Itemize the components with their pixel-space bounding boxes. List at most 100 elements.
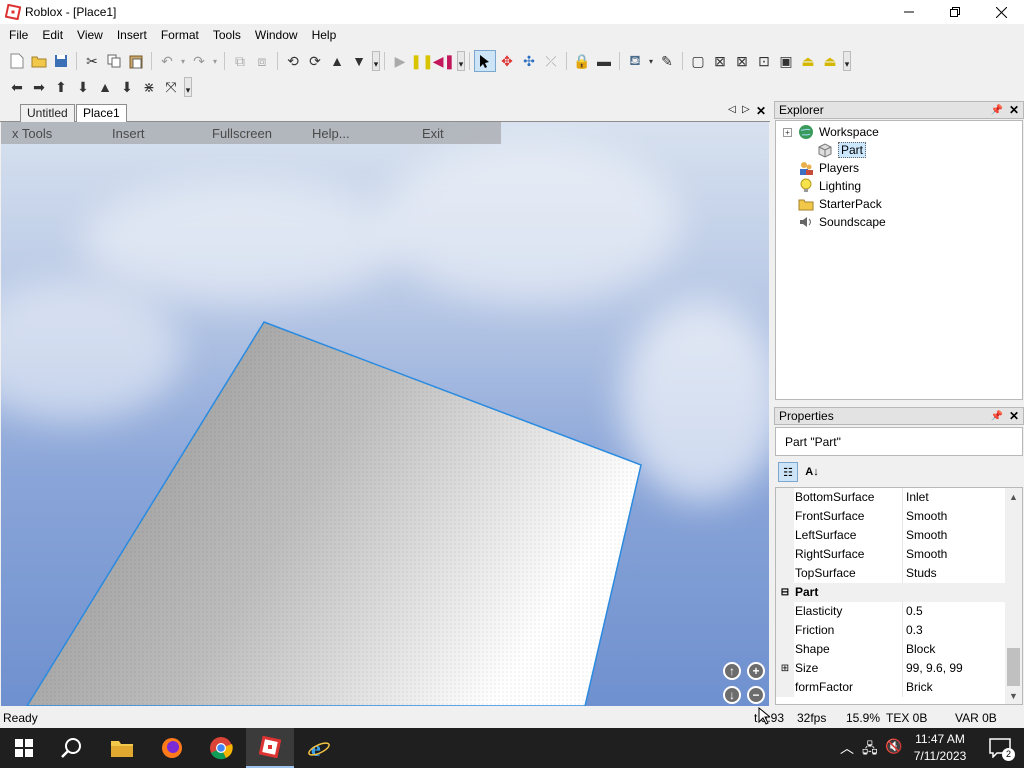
save-icon[interactable]	[50, 50, 72, 72]
rotate-left-icon[interactable]: ⟲	[282, 50, 304, 72]
camera-tilt-up-icon[interactable]: ⬆	[50, 76, 72, 98]
tree-item-soundscape[interactable]: Soundscape	[798, 213, 886, 231]
cut-icon[interactable]: ✂	[81, 50, 103, 72]
menu-window[interactable]: Window	[248, 25, 305, 45]
select-arrow-icon[interactable]	[474, 50, 496, 72]
tab-scroll-right-icon[interactable]: ▷	[742, 104, 750, 115]
menu-tools[interactable]: Tools	[206, 25, 248, 45]
zoom-in-icon[interactable]: ⋇	[138, 76, 160, 98]
surface-smooth-icon[interactable]: ▢	[687, 50, 709, 72]
tree-item-part[interactable]: Part	[817, 141, 867, 159]
property-row[interactable]: RightSurface Smooth	[776, 545, 1006, 564]
move-down-icon[interactable]: ▼	[348, 50, 370, 72]
surface-hinge-icon[interactable]: ⏏	[797, 50, 819, 72]
camera-tilt-up-icon[interactable]: ↑	[723, 662, 741, 680]
search-button[interactable]	[48, 728, 96, 768]
surface-studs-icon[interactable]: ⊡	[753, 50, 775, 72]
camera-down-icon[interactable]: ⬇	[116, 76, 138, 98]
property-row[interactable]: TopSurface Studs	[776, 564, 1006, 583]
tree-item-starterpack[interactable]: StarterPack	[798, 195, 882, 213]
toolbar-overflow-icon[interactable]: ▾	[457, 51, 465, 71]
menu-insert[interactable]: Insert	[110, 25, 154, 45]
paste-icon[interactable]	[125, 50, 147, 72]
menu-help[interactable]: Help	[305, 25, 344, 45]
collapse-icon[interactable]: ⊟	[776, 583, 794, 602]
volume-muted-icon[interactable]: 🔇	[885, 738, 902, 755]
viewport-menu-exit[interactable]: Exit	[422, 126, 444, 141]
viewport-menu-tools[interactable]: x Tools	[12, 126, 52, 141]
network-icon[interactable]: 🖧	[862, 738, 878, 762]
surface-motor-icon[interactable]: ⏏	[819, 50, 841, 72]
camera-up-icon[interactable]: ▲	[94, 76, 116, 98]
expand-icon[interactable]: ⊞	[776, 659, 794, 678]
resize-tool-icon[interactable]: ✣	[518, 50, 540, 72]
property-row[interactable]: Friction 0.3	[776, 621, 1006, 640]
pin-icon[interactable]: 📌	[991, 411, 1003, 422]
zoom-extents-icon[interactable]: ⤧	[160, 76, 182, 98]
toolbar-overflow-icon[interactable]: ▾	[184, 77, 192, 97]
undo-dropdown-icon[interactable]: ▾	[178, 50, 188, 72]
scroll-down-icon[interactable]: ▼	[1005, 687, 1022, 704]
paint-bucket-icon[interactable]: ⛾	[624, 50, 646, 72]
tab-close-icon[interactable]: ✕	[756, 104, 766, 118]
notifications-button[interactable]: 2	[976, 728, 1024, 768]
property-row[interactable]: ⊞ Size 99, 9.6, 99	[776, 659, 1006, 678]
viewport-menu-fullscreen[interactable]: Fullscreen	[212, 126, 272, 141]
property-row[interactable]: formFactor Brick	[776, 678, 1006, 697]
move-tool-icon[interactable]: ✥	[496, 50, 518, 72]
roblox-taskbar-button[interactable]	[246, 728, 294, 768]
rotate-tilt-icon[interactable]: ⟳	[304, 50, 326, 72]
rotate-tool-icon[interactable]: ⤫	[540, 50, 562, 72]
tab-scroll-left-icon[interactable]: ◁	[728, 104, 736, 115]
categorized-view-icon[interactable]: ☷	[778, 462, 798, 482]
close-icon[interactable]: ✕	[1009, 103, 1019, 117]
expand-icon[interactable]: +	[783, 127, 792, 137]
reset-icon[interactable]: ◀❚	[433, 50, 456, 72]
property-row[interactable]: LeftSurface Smooth	[776, 526, 1006, 545]
redo-icon[interactable]: ↷	[188, 50, 210, 72]
play-icon[interactable]: ▶	[389, 50, 411, 72]
close-icon[interactable]: ✕	[1009, 409, 1019, 423]
tab-place1[interactable]: Place1	[76, 104, 127, 122]
close-button[interactable]	[978, 0, 1024, 24]
scroll-up-icon[interactable]: ▲	[1005, 488, 1022, 505]
start-button[interactable]	[0, 728, 48, 768]
viewport-menu-help[interactable]: Help...	[312, 126, 350, 141]
ungroup-icon[interactable]: ⧈	[251, 50, 273, 72]
lock-icon[interactable]: 🔒	[571, 50, 593, 72]
camera-zoom-out-icon[interactable]: −	[747, 686, 765, 704]
camera-tilt-down-icon[interactable]: ↓	[723, 686, 741, 704]
tree-item-lighting[interactable]: Lighting	[798, 177, 861, 195]
viewport-menu-insert[interactable]: Insert	[112, 126, 145, 141]
surface-glue-icon[interactable]: ⊠	[731, 50, 753, 72]
property-row[interactable]: Elasticity 0.5	[776, 602, 1006, 621]
camera-left-icon[interactable]: ⬅	[6, 76, 28, 98]
menu-file[interactable]: File	[2, 25, 35, 45]
camera-tilt-down-icon[interactable]: ⬇	[72, 76, 94, 98]
property-row[interactable]: FrontSurface Smooth	[776, 507, 1006, 526]
undo-icon[interactable]: ↶	[156, 50, 178, 72]
new-file-icon[interactable]	[6, 50, 28, 72]
camera-zoom-in-icon[interactable]: +	[747, 662, 765, 680]
pause-icon[interactable]: ❚❚	[410, 50, 433, 72]
redo-dropdown-icon[interactable]: ▾	[210, 50, 220, 72]
chrome-taskbar-button[interactable]	[197, 728, 245, 768]
3d-viewport[interactable]: x Tools Insert Fullscreen Help... Exit ↑…	[1, 122, 769, 706]
menu-view[interactable]: View	[70, 25, 110, 45]
file-explorer-taskbar-button[interactable]	[98, 728, 146, 768]
pin-icon[interactable]: 📌	[991, 105, 1003, 116]
toolbar-overflow-icon[interactable]: ▾	[372, 51, 380, 71]
internet-explorer-taskbar-button[interactable]: e	[295, 728, 343, 768]
property-category-part[interactable]: ⊟ Part	[776, 583, 1006, 602]
tab-untitled[interactable]: Untitled	[20, 104, 75, 122]
surface-inlet-icon[interactable]: ▣	[775, 50, 797, 72]
open-folder-icon[interactable]	[28, 50, 50, 72]
show-hidden-icons-icon[interactable]: ︿	[840, 738, 854, 758]
tree-item-players[interactable]: Players	[798, 159, 859, 177]
dropper-icon[interactable]: ✎	[656, 50, 678, 72]
alphabetical-sort-icon[interactable]: A↓	[802, 462, 822, 482]
firefox-taskbar-button[interactable]	[148, 728, 196, 768]
part-baseplate[interactable]	[1, 122, 769, 706]
property-row[interactable]: BottomSurface Inlet	[776, 488, 1006, 507]
group-icon[interactable]: ⧉	[229, 50, 251, 72]
